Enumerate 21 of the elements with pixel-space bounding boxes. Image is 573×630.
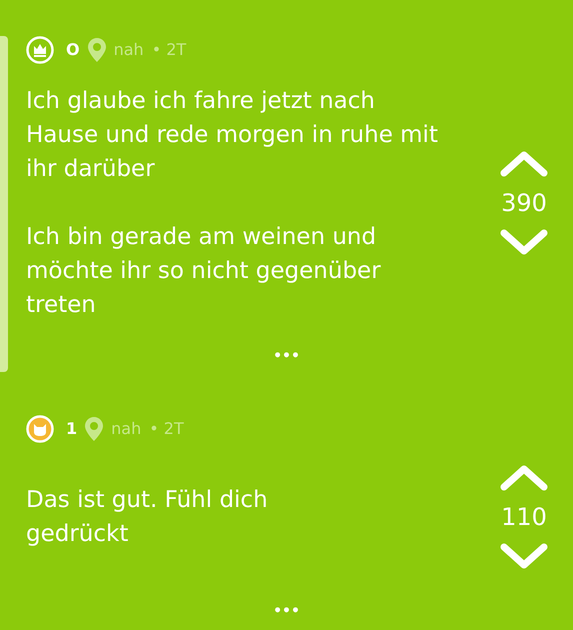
downvote-icon[interactable] <box>500 229 548 257</box>
crown-avatar-icon <box>26 36 54 64</box>
author-label: 1 <box>66 418 78 440</box>
post-time: • 2T <box>152 39 186 61</box>
vote-count: 390 <box>501 188 547 219</box>
upvote-icon[interactable] <box>500 463 548 491</box>
upvote-icon[interactable] <box>500 149 548 177</box>
post-text: Das ist gut. Fühl dich gedrückt <box>26 486 269 549</box>
vote-count: 110 <box>501 502 547 533</box>
post-text: Ich glaube ich fahre jetzt nach Hause und rede morgen in ruhe mit ihr darüber <box>26 87 439 184</box>
location-text: nah <box>114 39 144 61</box>
location-text: nah <box>111 418 142 440</box>
downvote-icon[interactable] <box>500 543 548 571</box>
post-text: Ich bin gerade am weinen und möchte ihr so nicht gegenüber treten <box>26 223 382 320</box>
more-button[interactable]: ••• <box>273 346 300 367</box>
more-button[interactable]: ••• <box>273 601 300 622</box>
cat-avatar-icon <box>26 415 54 443</box>
location-pin-icon <box>88 38 106 62</box>
post-time: • 2T <box>149 418 184 440</box>
location-pin-icon <box>85 417 104 441</box>
author-label: O <box>66 39 80 61</box>
